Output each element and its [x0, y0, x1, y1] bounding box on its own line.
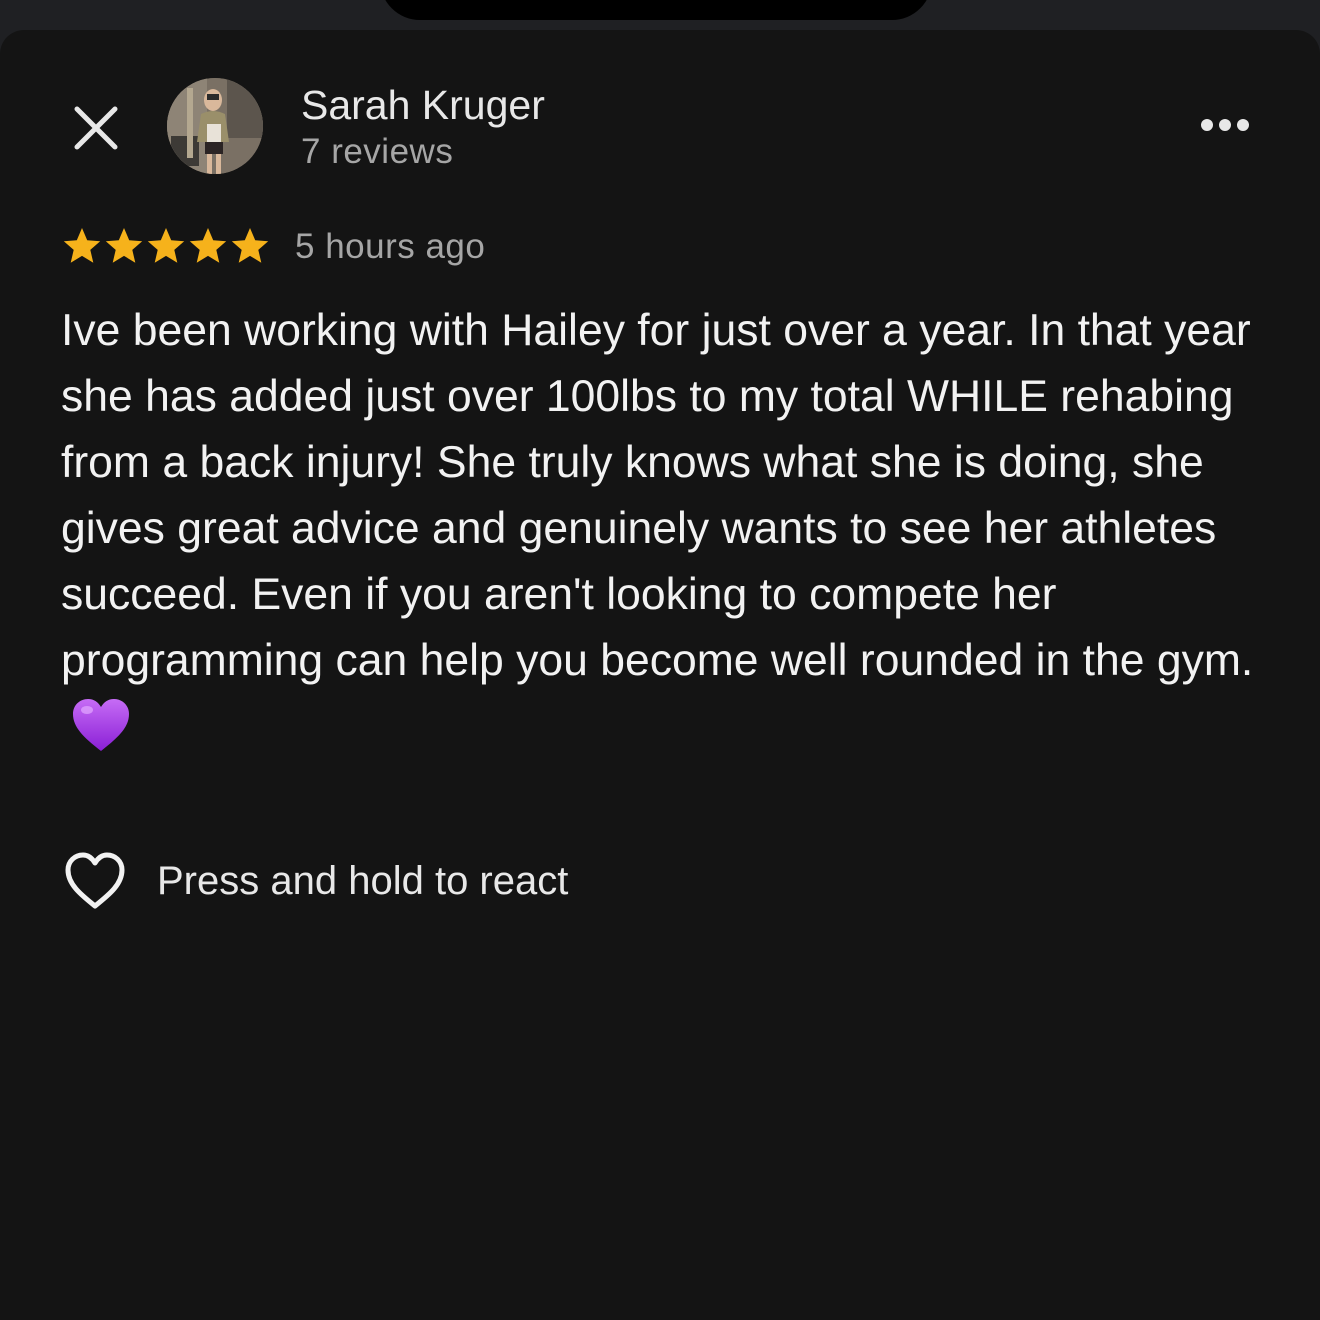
heart-outline-icon [65, 852, 125, 909]
star-icon [147, 228, 185, 263]
avatar-photo [167, 78, 263, 174]
review-text: Ive been working with Hailey for just ov… [61, 306, 1254, 685]
close-icon [74, 106, 118, 150]
review-body: Ive been working with Hailey for just ov… [61, 298, 1291, 760]
purple-heart-emoji [73, 699, 129, 752]
star-icon [63, 228, 101, 263]
device-notch [380, 0, 932, 20]
author-name[interactable]: Sarah Kruger [301, 82, 545, 129]
close-button[interactable] [66, 98, 126, 158]
react-button[interactable]: Press and hold to react [62, 848, 568, 914]
more-options-button[interactable] [1190, 102, 1260, 148]
star-icon [231, 228, 269, 263]
star-icon [105, 228, 143, 263]
star-icon [189, 228, 227, 263]
avatar[interactable] [167, 78, 263, 174]
author-review-count[interactable]: 7 reviews [301, 132, 453, 172]
review-timestamp: 5 hours ago [295, 227, 486, 266]
more-horizontal-icon [1201, 119, 1249, 131]
star-rating [62, 226, 270, 270]
react-label: Press and hold to react [157, 858, 569, 903]
review-detail-sheet: Sarah Kruger 7 reviews 5 hours ago Ive b… [0, 30, 1320, 1320]
